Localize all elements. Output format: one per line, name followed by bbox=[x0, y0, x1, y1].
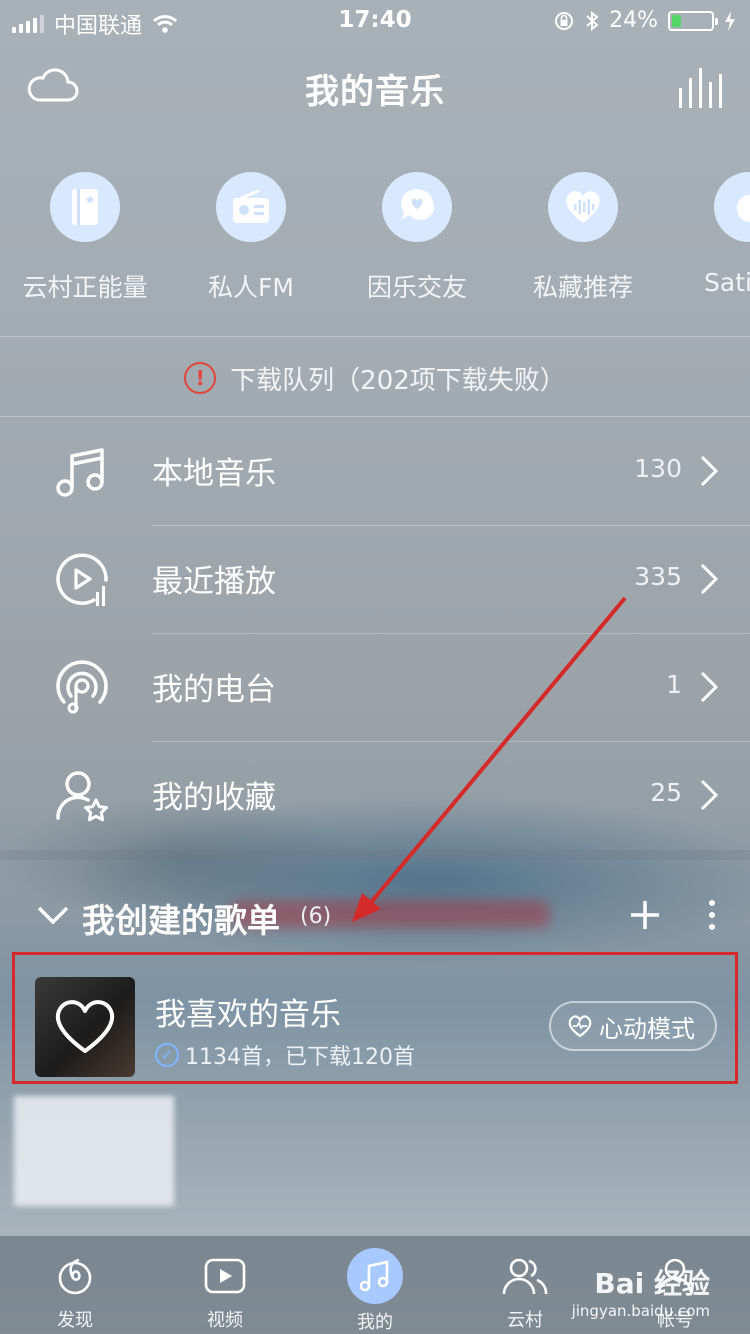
chevron-right-icon bbox=[700, 671, 719, 703]
more-icon[interactable] bbox=[704, 898, 720, 932]
equalizer-icon[interactable] bbox=[678, 68, 724, 108]
page-title: 我的音乐 bbox=[305, 72, 445, 112]
radio-icon bbox=[233, 190, 269, 223]
menu-item-label: 最近播放 bbox=[152, 564, 276, 600]
divider bbox=[0, 416, 750, 417]
header: 我的音乐 bbox=[0, 50, 750, 130]
tab-video[interactable]: 视频 bbox=[150, 1236, 300, 1334]
music-icon bbox=[360, 1260, 389, 1292]
quick-action-cloud-village[interactable]: 云村正能量 bbox=[2, 172, 168, 304]
quick-action-private-fm[interactable]: 私人FM bbox=[168, 172, 334, 304]
quick-actions: 云村正能量 私人FM 因乐交友 私藏推荐 Sati bbox=[0, 172, 750, 312]
heartbeat-mode-button[interactable]: 心动模式 bbox=[549, 1001, 717, 1051]
playlist-name: 我喜欢的音乐 bbox=[155, 997, 341, 1033]
user-star-icon bbox=[56, 771, 108, 822]
menu-item-local-music[interactable]: 本地音乐 130 bbox=[0, 418, 750, 526]
book-star-icon bbox=[72, 189, 98, 225]
recent-play-icon bbox=[56, 553, 108, 606]
music-note-icon bbox=[56, 448, 104, 497]
menu-item-count: 335 bbox=[634, 562, 682, 591]
battery-percent: 24% bbox=[609, 8, 658, 33]
chevron-down-icon[interactable] bbox=[36, 898, 70, 932]
liked-music-playlist[interactable]: 我喜欢的音乐 ✓ 1134首，已下载120首 心动模式 bbox=[12, 952, 738, 1084]
tab-mine[interactable]: 我的 bbox=[300, 1236, 450, 1334]
menu-item-label: 我的电台 bbox=[152, 672, 276, 708]
section-title: 我创建的歌单 bbox=[82, 901, 280, 940]
heart-icon bbox=[55, 1000, 115, 1053]
tab-discover[interactable]: 发现 bbox=[0, 1236, 150, 1334]
playlist-cover-blurred bbox=[14, 1096, 174, 1206]
menu-item-count: 25 bbox=[650, 778, 682, 807]
chat-heart-icon bbox=[400, 189, 435, 220]
downloaded-check-icon: ✓ bbox=[155, 1043, 179, 1067]
section-gap bbox=[0, 850, 750, 860]
divider bbox=[0, 336, 750, 337]
bluetooth-icon bbox=[586, 10, 599, 31]
status-bar: 中国联通 17:40 24% bbox=[0, 0, 750, 40]
friends-icon bbox=[502, 1258, 548, 1295]
download-queue-notice[interactable]: ! 下载队列（202项下载失败） bbox=[0, 340, 750, 416]
heart-wave-icon bbox=[566, 191, 600, 223]
created-playlists-header: 我创建的歌单 (6) bbox=[0, 884, 750, 948]
podcast-icon bbox=[56, 660, 108, 714]
playlist-meta: ✓ 1134首，已下载120首 bbox=[155, 1039, 415, 1071]
discover-icon bbox=[58, 1258, 92, 1295]
warning-icon: ! bbox=[184, 362, 217, 394]
add-icon[interactable] bbox=[628, 898, 662, 932]
quick-action-sati[interactable]: Sati bbox=[666, 172, 750, 297]
charging-icon bbox=[725, 10, 735, 31]
menu-item-label: 本地音乐 bbox=[152, 456, 276, 492]
playlist-count: (6) bbox=[300, 904, 332, 929]
menu-item-my-favorites[interactable]: 我的收藏 25 bbox=[0, 742, 750, 850]
menu-item-count: 130 bbox=[634, 454, 682, 483]
menu-item-label: 我的收藏 bbox=[152, 780, 276, 816]
chevron-right-icon bbox=[700, 779, 719, 811]
quick-action-music-friends[interactable]: 因乐交友 bbox=[334, 172, 500, 304]
battery-icon bbox=[668, 10, 718, 31]
moon-star-icon bbox=[736, 194, 750, 223]
chevron-right-icon bbox=[700, 563, 719, 595]
menu-item-my-radio[interactable]: 我的电台 1 bbox=[0, 634, 750, 742]
quick-action-private-picks[interactable]: 私藏推荐 bbox=[500, 172, 666, 304]
menu-item-count: 1 bbox=[666, 670, 682, 699]
chevron-right-icon bbox=[700, 455, 719, 487]
video-icon bbox=[204, 1258, 246, 1294]
heart-pulse-icon bbox=[568, 1015, 592, 1038]
menu-item-recent[interactable]: 最近播放 335 bbox=[0, 526, 750, 634]
orientation-lock-icon bbox=[555, 11, 574, 30]
playlist-cover bbox=[35, 977, 135, 1077]
download-queue-text: 下载队列（202项下载失败） bbox=[230, 365, 566, 396]
baidu-watermark: Bai 经验 jingyan.baidu.com bbox=[571, 1267, 710, 1320]
